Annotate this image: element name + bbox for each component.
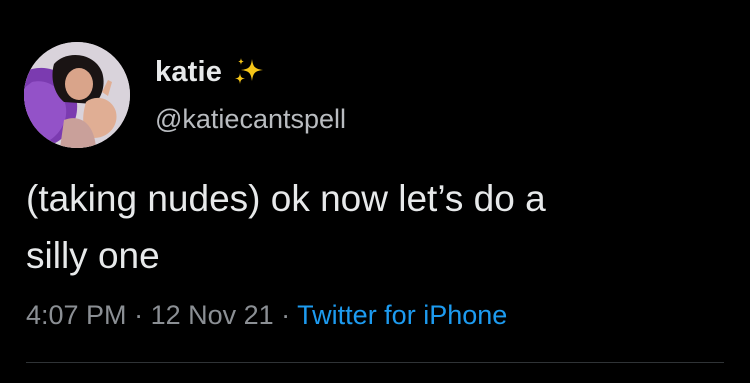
display-name[interactable]: katie — [155, 56, 222, 89]
tweet-text-line-2: silly one — [26, 235, 160, 276]
avatar[interactable] — [24, 42, 130, 148]
tweet-text: (taking nudes) ok now let’s do a silly o… — [26, 170, 726, 284]
tweet-date[interactable]: 12 Nov 21 — [151, 300, 274, 330]
tweet-text-line-1: (taking nudes) ok now let’s do a — [26, 178, 546, 219]
meta-separator-2: · — [273, 300, 298, 330]
handle[interactable]: @katiecantspell — [155, 104, 346, 135]
tweet-source-link[interactable]: Twitter for iPhone — [297, 300, 507, 330]
tweet-meta: 4:07 PM · 12 Nov 21 · Twitter for iPhone — [26, 300, 507, 331]
tweet-time[interactable]: 4:07 PM — [26, 300, 127, 330]
meta-separator-1: · — [126, 300, 151, 330]
sparkles-icon — [232, 55, 266, 89]
name-row: katie — [155, 52, 266, 92]
tweet-card: katie @katiecantspell (taking nudes) ok … — [0, 0, 750, 383]
avatar-photo — [24, 42, 130, 148]
divider — [26, 362, 724, 363]
